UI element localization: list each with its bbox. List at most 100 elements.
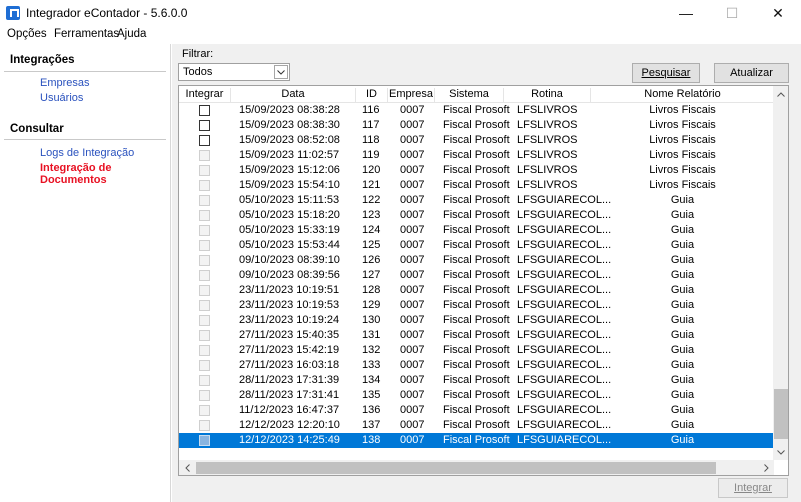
cell-id: 136 [362, 404, 381, 416]
sidebar-item-usuarios[interactable]: Usuários [40, 92, 83, 104]
minimize-button[interactable]: — [663, 0, 709, 26]
cell-id: 135 [362, 389, 381, 401]
table-row[interactable]: 12/12/2023 12:20:10 137 0007 Fiscal Prosoft… [179, 418, 774, 433]
table-row[interactable]: 15/09/2023 08:38:30 117 0007 Fiscal Prosoft… [179, 118, 774, 133]
cell-nome-relatorio: Livros Fiscais [649, 134, 716, 146]
cell-data: 12/12/2023 14:25:49 [239, 434, 340, 446]
menu-ajuda[interactable]: Ajuda [117, 28, 146, 40]
cell-data: 05/10/2023 15:33:19 [239, 224, 340, 236]
table-row[interactable]: 15/09/2023 11:02:57 119 0007 Fiscal Prosoft… [179, 148, 774, 163]
cell-empresa: 0007 [400, 344, 425, 356]
cell-empresa: 0007 [400, 179, 425, 191]
filter-select[interactable]: Todos [178, 63, 290, 81]
cell-nome-relatorio: Guia [670, 344, 695, 356]
table-row[interactable]: 28/11/2023 17:31:41 135 0007 Fiscal Prosoft… [179, 388, 774, 403]
cell-nome-relatorio: Livros Fiscais [649, 179, 716, 191]
scroll-down-icon[interactable] [773, 444, 788, 460]
search-button[interactable]: Pesquisar [632, 63, 700, 83]
scroll-up-icon[interactable] [773, 86, 788, 102]
table-row[interactable]: 11/12/2023 16:47:37 136 0007 Fiscal Prosoft… [179, 403, 774, 418]
integrar-checkbox [199, 375, 210, 386]
column-header-rotina[interactable]: Rotina [504, 88, 591, 102]
integrar-checkbox[interactable] [199, 105, 210, 116]
cell-nome-relatorio: Guia [670, 239, 695, 251]
scroll-left-icon[interactable] [179, 460, 195, 475]
cell-nome-relatorio: Guia [670, 299, 695, 311]
table-row[interactable]: 15/09/2023 08:52:08 118 0007 Fiscal Prosoft… [179, 133, 774, 148]
column-header-sistema[interactable]: Sistema [435, 88, 504, 102]
table-row[interactable]: 05/10/2023 15:11:53 122 0007 Fiscal Prosoft… [179, 193, 774, 208]
cell-id: 137 [362, 419, 381, 431]
cell-id: 118 [362, 134, 380, 146]
cell-sistema: Fiscal Prosoft [443, 359, 510, 371]
table-row[interactable]: 28/11/2023 17:31:39 134 0007 Fiscal Prosoft… [179, 373, 774, 388]
cell-id: 120 [362, 164, 381, 176]
table-row[interactable]: 27/11/2023 16:03:18 133 0007 Fiscal Prosoft… [179, 358, 774, 373]
table-row[interactable]: 23/11/2023 10:19:24 130 0007 Fiscal Prosoft… [179, 313, 774, 328]
integrar-checkbox [199, 150, 210, 161]
integrar-checkbox [199, 420, 210, 431]
cell-nome-relatorio: Guia [670, 434, 695, 446]
vertical-scroll-thumb[interactable] [774, 389, 788, 439]
table-row[interactable]: 05/10/2023 15:53:44 125 0007 Fiscal Prosoft… [179, 238, 774, 253]
column-header-id[interactable]: ID [356, 88, 388, 102]
table-row[interactable]: 27/11/2023 15:40:35 131 0007 Fiscal Prosoft… [179, 328, 774, 343]
cell-nome-relatorio: Livros Fiscais [649, 164, 716, 176]
integrar-checkbox [199, 255, 210, 266]
cell-sistema: Fiscal Prosoft [443, 299, 510, 311]
integrar-checkbox [199, 300, 210, 311]
cell-nome-relatorio: Guia [670, 194, 695, 206]
column-header-integrar[interactable]: Integrar [179, 88, 231, 102]
integrar-checkbox [199, 330, 210, 341]
table-row[interactable]: 23/11/2023 10:19:53 129 0007 Fiscal Prosoft… [179, 298, 774, 313]
table-row[interactable]: 09/10/2023 08:39:10 126 0007 Fiscal Prosoft… [179, 253, 774, 268]
integrar-checkbox [199, 210, 210, 221]
table-row[interactable]: 12/12/2023 14:25:49 138 0007 Fiscal Prosoft… [179, 433, 774, 448]
scroll-right-icon[interactable] [758, 460, 774, 475]
cell-id: 127 [362, 269, 381, 281]
table-row[interactable]: 09/10/2023 08:39:56 127 0007 Fiscal Prosoft… [179, 268, 774, 283]
cell-nome-relatorio: Livros Fiscais [649, 119, 716, 131]
sidebar-item-integracao-documentos[interactable]: Integração de Documentos [40, 162, 170, 186]
table-row[interactable]: 05/10/2023 15:18:20 123 0007 Fiscal Prosoft… [179, 208, 774, 223]
grid-header: Integrar Data ID Empresa Sistema Rotina … [179, 86, 774, 103]
table-row[interactable]: 15/09/2023 15:54:10 121 0007 Fiscal Prosoft… [179, 178, 774, 193]
maximize-button[interactable]: ☐ [709, 0, 755, 26]
cell-empresa: 0007 [400, 404, 425, 416]
cell-rotina: LFSLIVROS [517, 104, 578, 116]
table-row[interactable]: 23/11/2023 10:19:51 128 0007 Fiscal Prosoft… [179, 283, 774, 298]
cell-sistema: Fiscal Prosoft [443, 179, 510, 191]
table-row[interactable]: 15/09/2023 15:12:06 120 0007 Fiscal Prosoft… [179, 163, 774, 178]
integrar-checkbox [199, 435, 210, 446]
menu-opcoes[interactable]: Opções [7, 28, 47, 40]
integrar-checkbox[interactable] [199, 135, 210, 146]
column-header-nome-relatorio[interactable]: Nome Relatório [591, 88, 774, 102]
cell-empresa: 0007 [400, 434, 425, 446]
table-row[interactable]: 15/09/2023 08:38:28 116 0007 Fiscal Prosoft… [179, 103, 774, 118]
column-header-empresa[interactable]: Empresa [388, 88, 435, 102]
column-header-data[interactable]: Data [231, 88, 356, 102]
refresh-button[interactable]: Atualizar [714, 63, 789, 83]
cell-id: 125 [362, 239, 381, 251]
cell-empresa: 0007 [400, 389, 425, 401]
table-row[interactable]: 05/10/2023 15:33:19 124 0007 Fiscal Prosoft… [179, 223, 774, 238]
cell-id: 128 [362, 284, 381, 296]
table-row[interactable]: 27/11/2023 15:42:19 132 0007 Fiscal Prosoft… [179, 343, 774, 358]
sidebar-item-empresas[interactable]: Empresas [40, 77, 90, 89]
vertical-scrollbar[interactable] [773, 86, 788, 460]
integrar-checkbox[interactable] [199, 120, 210, 131]
chevron-down-icon[interactable] [274, 65, 288, 79]
cell-sistema: Fiscal Prosoft [443, 284, 510, 296]
cell-data: 15/09/2023 15:12:06 [239, 164, 340, 176]
cell-empresa: 0007 [400, 224, 425, 236]
cell-data: 05/10/2023 15:53:44 [239, 239, 340, 251]
menu-ferramentas[interactable]: Ferramentas [54, 28, 119, 40]
horizontal-scrollbar[interactable] [179, 460, 774, 475]
cell-empresa: 0007 [400, 284, 425, 296]
horizontal-scroll-thumb[interactable] [196, 462, 716, 474]
window-title: Integrador eContador - 5.6.0.0 [26, 6, 188, 20]
integrate-button[interactable]: Integrar [718, 478, 788, 498]
sidebar-item-logs[interactable]: Logs de Integração [40, 147, 134, 159]
cell-sistema: Fiscal Prosoft [443, 239, 510, 251]
close-button[interactable]: ✕ [755, 0, 801, 26]
